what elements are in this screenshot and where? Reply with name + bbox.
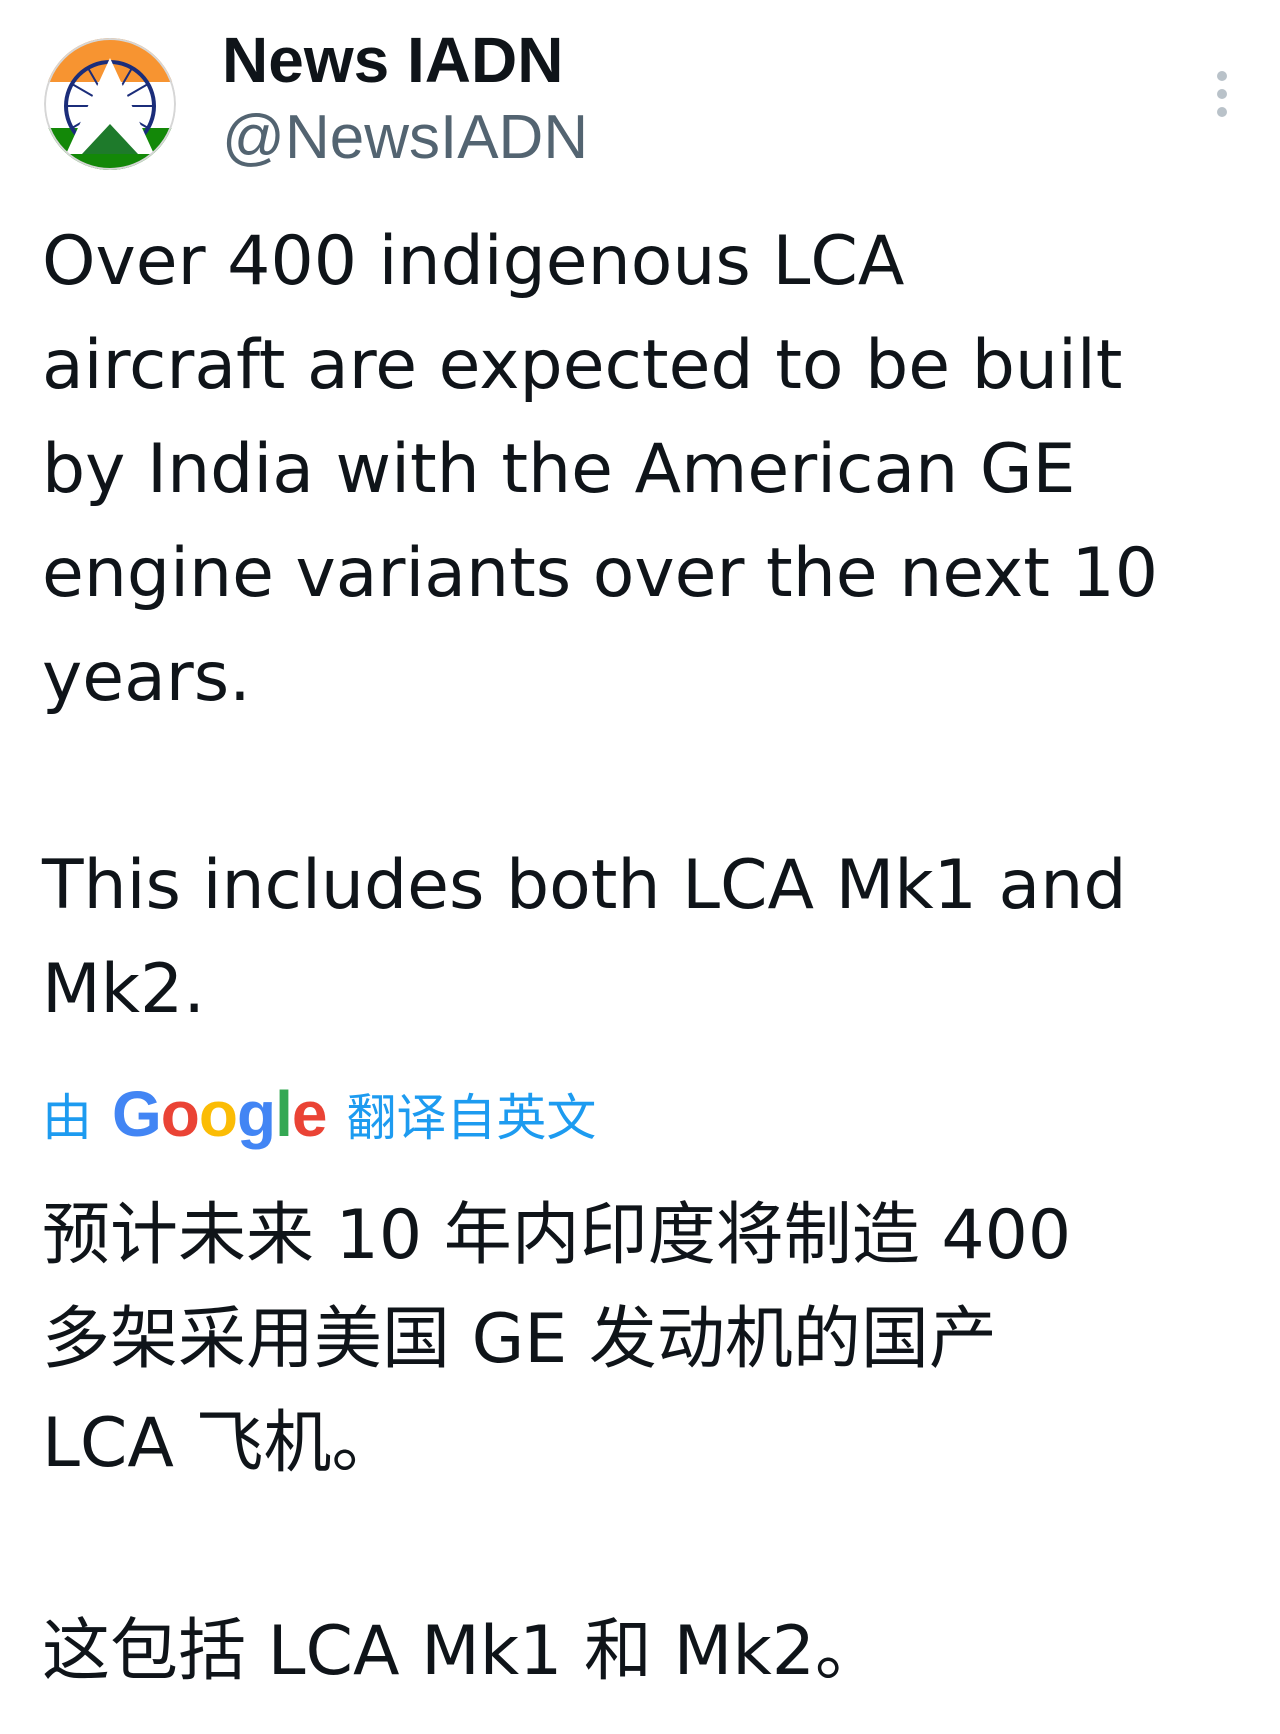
more-options-button[interactable]	[1196, 64, 1248, 124]
translation-paragraph-1: 预计未来 10 年内印度将制造 400 多架采用美国 GE 发动机的国产 LCA…	[42, 1196, 1072, 1483]
tweet-text: Over 400 indigenous LCA aircraft are exp…	[42, 210, 1242, 1042]
google-letter-6: e	[291, 1078, 328, 1150]
author-name[interactable]: News IADN	[222, 22, 563, 98]
translated-text: 预计未来 10 年内印度将制造 400 多架采用美国 GE 发动机的国产 LCA…	[42, 1184, 1242, 1704]
india-flag-triangle-icon	[44, 38, 176, 170]
google-logo: Google	[112, 1077, 328, 1151]
google-letter-4: g	[236, 1078, 276, 1150]
author-handle[interactable]: @NewsIADN	[222, 100, 588, 176]
google-letter-2: o	[160, 1078, 200, 1150]
translated-by-google-link[interactable]: 由 Google 翻译自英文	[42, 1074, 596, 1154]
more-vertical-icon	[1217, 71, 1227, 81]
google-letter-5: l	[275, 1078, 293, 1150]
translation-paragraph-2: 这包括 LCA Mk1 和 Mk2。	[42, 1612, 883, 1691]
more-vertical-icon-dot-2	[1217, 89, 1227, 99]
translated-by-suffix: 翻译自英文	[346, 1089, 597, 1147]
tweet-card: News IADN @NewsIADN Over 400 indigenous …	[0, 0, 1280, 1734]
google-letter-1: G	[112, 1078, 162, 1150]
tweet-paragraph-2: This includes both LCA Mk1 and Mk2.	[42, 846, 1127, 1029]
more-vertical-icon-dot-3	[1217, 107, 1227, 117]
tweet-paragraph-1: Over 400 indigenous LCA aircraft are exp…	[42, 222, 1159, 717]
avatar[interactable]	[42, 36, 178, 172]
google-letter-3: o	[198, 1078, 238, 1150]
translated-by-prefix: 由	[42, 1089, 92, 1147]
